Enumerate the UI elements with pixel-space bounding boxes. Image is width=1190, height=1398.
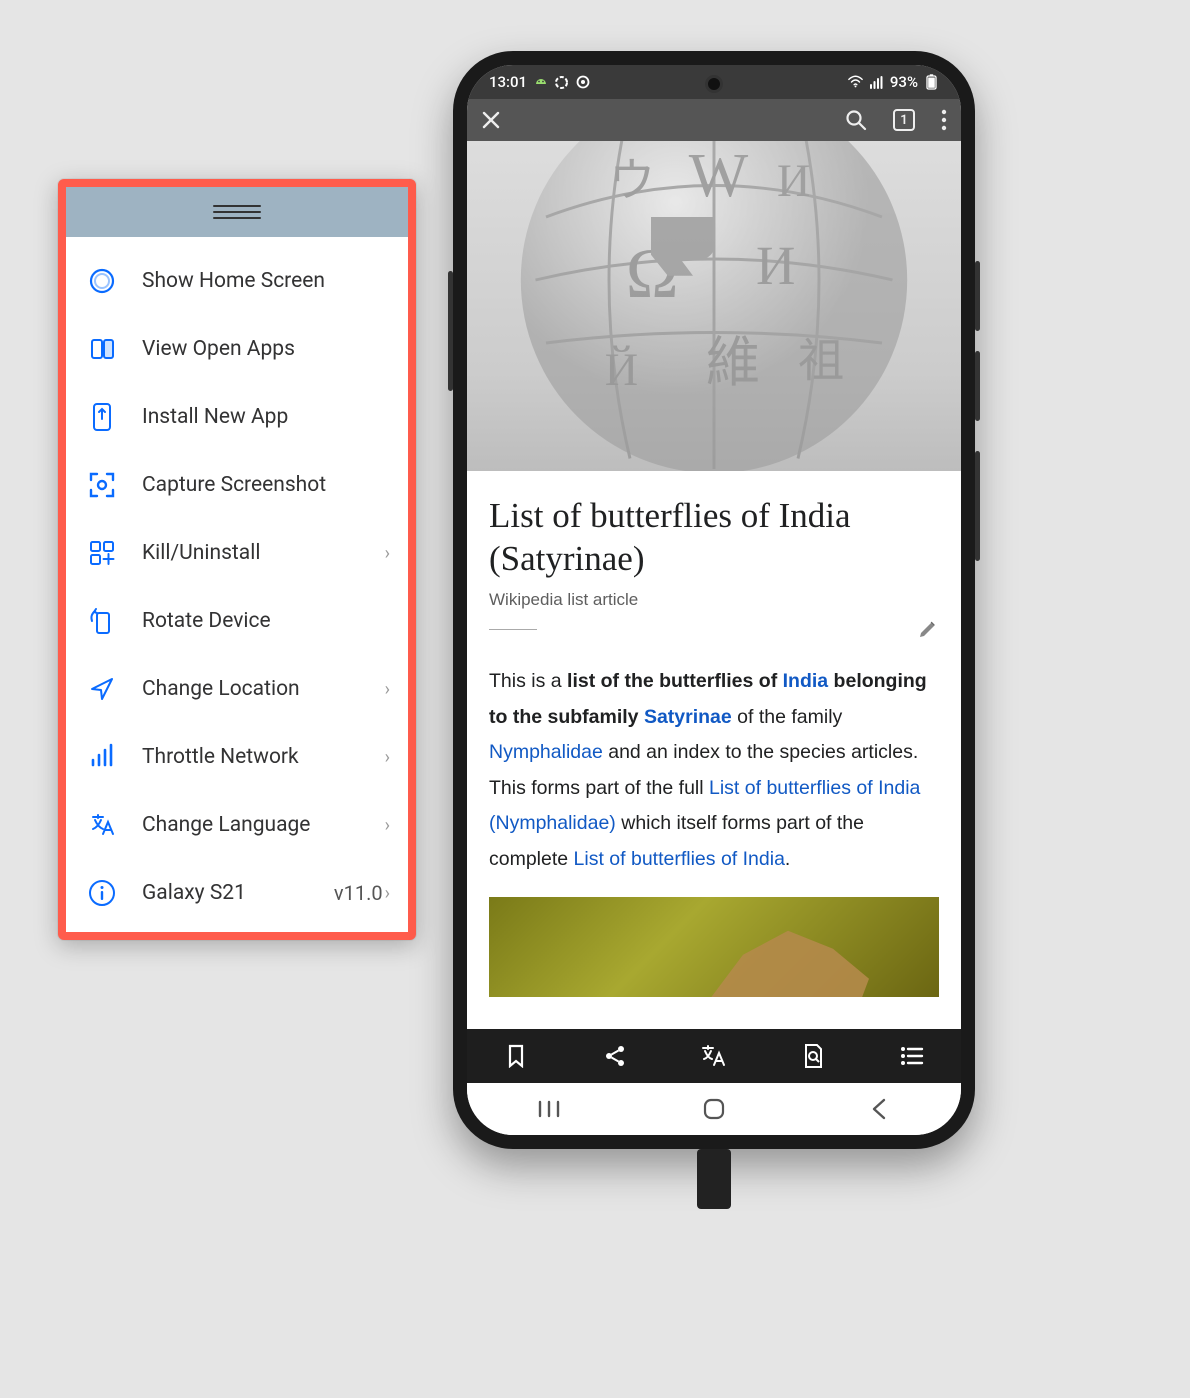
article-hero: W Ω И ウ И 維 Й 祖 [467, 141, 961, 471]
side-button [975, 261, 980, 331]
article-image[interactable] [489, 897, 939, 997]
apps-grid-icon [84, 535, 120, 571]
wikipedia-bottom-bar [467, 1029, 961, 1083]
search-icon[interactable] [845, 109, 867, 131]
svg-text:ウ: ウ [609, 155, 655, 206]
menu-install-app[interactable]: Install New App [66, 383, 408, 451]
control-menu: Show Home Screen View Open Apps Install … [66, 237, 408, 937]
wifi-icon [848, 75, 863, 90]
menu-capture[interactable]: Capture Screenshot [66, 451, 408, 519]
edit-icon[interactable] [917, 618, 939, 640]
device-name-label: Galaxy S21 [142, 881, 334, 905]
device-frame: 13:01 93% [453, 51, 975, 1149]
more-icon[interactable] [941, 109, 947, 131]
gear-icon [575, 75, 590, 90]
article-subtitle: Wikipedia list article [489, 590, 939, 610]
side-button [975, 351, 980, 421]
chevron-right-icon: › [385, 679, 390, 700]
svg-text:И: И [756, 235, 795, 296]
side-button [448, 271, 453, 391]
menu-kill-uninstall[interactable]: Kill/Uninstall › [66, 519, 408, 587]
network-icon [84, 739, 120, 775]
info-icon [84, 875, 120, 911]
chevron-right-icon: › [385, 883, 390, 904]
translate-icon[interactable] [700, 1042, 728, 1070]
menu-label: Throttle Network [142, 745, 385, 769]
menu-label: Rotate Device [142, 609, 390, 633]
svg-text:И: И [777, 155, 810, 206]
drag-handle-icon [213, 205, 261, 219]
link-list-india[interactable]: List of butterflies of India [574, 848, 785, 870]
open-apps-icon [84, 331, 120, 367]
home-button[interactable] [699, 1094, 729, 1124]
device-screen: 13:01 93% [467, 65, 961, 1135]
menu-label: Kill/Uninstall [142, 541, 385, 565]
article-body[interactable]: List of butterflies of India (Satyrinae)… [467, 471, 961, 1029]
camera-notch [705, 75, 723, 93]
contents-icon[interactable] [898, 1042, 926, 1070]
menu-label: Change Location [142, 677, 385, 701]
install-icon [84, 399, 120, 435]
signal-icon [869, 75, 884, 90]
home-circle-icon [84, 263, 120, 299]
svg-text:W: W [689, 141, 749, 210]
control-panel: Show Home Screen View Open Apps Install … [58, 179, 416, 940]
status-time: 13:01 [489, 73, 527, 91]
android-nav-bar [467, 1083, 961, 1135]
menu-label: Install New App [142, 405, 390, 429]
menu-location[interactable]: Change Location › [66, 655, 408, 723]
svg-text:維: 維 [706, 332, 761, 393]
bookmark-icon[interactable] [502, 1042, 530, 1070]
spinner-icon [554, 75, 569, 90]
chevron-right-icon: › [385, 815, 390, 836]
link-nymphalidae[interactable]: Nymphalidae [489, 741, 603, 763]
side-button [975, 451, 980, 561]
close-icon[interactable] [481, 110, 501, 130]
article-paragraph: This is a list of the butterflies of Ind… [489, 664, 939, 877]
divider [489, 629, 537, 630]
tab-count[interactable]: 1 [893, 109, 915, 131]
device-version-label: v11.0 [334, 881, 383, 905]
capture-icon [84, 467, 120, 503]
battery-icon [924, 75, 939, 90]
back-button[interactable] [864, 1094, 894, 1124]
link-satyrinae[interactable]: Satyrinae [644, 706, 732, 728]
chevron-right-icon: › [385, 747, 390, 768]
link-india[interactable]: India [783, 670, 829, 692]
menu-label: Capture Screenshot [142, 473, 390, 497]
menu-language[interactable]: Change Language › [66, 791, 408, 859]
menu-label: Change Language [142, 813, 385, 837]
rotate-icon [84, 603, 120, 639]
menu-device-info[interactable]: Galaxy S21 v11.0 › [66, 859, 408, 927]
language-icon [84, 807, 120, 843]
share-icon[interactable] [601, 1042, 629, 1070]
article-title: List of butterflies of India (Satyrinae) [489, 495, 939, 580]
menu-open-apps[interactable]: View Open Apps [66, 315, 408, 383]
panel-drag-handle[interactable] [66, 187, 408, 237]
chevron-right-icon: › [385, 543, 390, 564]
menu-label: Show Home Screen [142, 269, 390, 293]
android-icon [533, 75, 548, 90]
location-icon [84, 671, 120, 707]
menu-home-screen[interactable]: Show Home Screen [66, 247, 408, 315]
wikipedia-globe-icon: W Ω И ウ И 維 Й 祖 [467, 141, 961, 471]
svg-text:Й: Й [605, 344, 638, 395]
status-battery: 93% [890, 73, 918, 91]
browser-toolbar: 1 [467, 99, 961, 141]
menu-label: View Open Apps [142, 337, 390, 361]
menu-rotate[interactable]: Rotate Device [66, 587, 408, 655]
menu-throttle[interactable]: Throttle Network › [66, 723, 408, 791]
find-in-page-icon[interactable] [799, 1042, 827, 1070]
recents-button[interactable] [534, 1094, 564, 1124]
svg-text:祖: 祖 [798, 336, 844, 387]
